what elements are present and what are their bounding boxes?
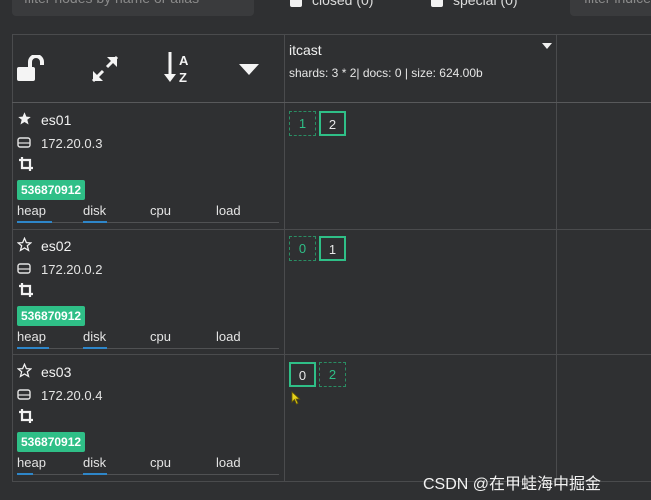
- heap-bar: [17, 473, 33, 475]
- shard-replica[interactable]: 1: [289, 111, 316, 136]
- metric-cpu: cpu: [150, 329, 171, 344]
- expand-icon[interactable]: [91, 55, 119, 83]
- closed-checkbox-box[interactable]: [290, 0, 302, 8]
- metric-load: load: [216, 329, 241, 344]
- metric-disk: disk: [83, 203, 107, 223]
- metric-heap: heap: [17, 455, 46, 475]
- mouse-cursor-icon: [291, 391, 301, 410]
- index-filter-input[interactable]: filter indices: [570, 0, 651, 16]
- shard-primary[interactable]: 2: [319, 111, 346, 136]
- node-row-es02: es02 172.20.0.2 536870912 heap disk cpu …: [16, 229, 279, 351]
- drive-icon: [17, 262, 33, 277]
- metric-load: load: [216, 203, 241, 218]
- disk-bar: [83, 221, 107, 223]
- node-name[interactable]: es01: [41, 112, 71, 128]
- node-metrics: heap disk cpu load: [17, 455, 279, 475]
- node-id-badge: 536870912: [17, 180, 86, 200]
- metric-cpu: cpu: [150, 203, 171, 218]
- drive-icon: [17, 136, 33, 151]
- node-ip: 172.20.0.2: [41, 262, 103, 277]
- metric-disk: disk: [83, 329, 107, 349]
- caret-down-icon[interactable]: [239, 64, 259, 76]
- node-ip: 172.20.0.3: [41, 136, 103, 151]
- node-metrics: heap disk cpu load: [17, 329, 279, 349]
- node-row-es01: es01 172.20.0.3 536870912 heap disk cpu …: [17, 103, 279, 225]
- node-ip: 172.20.0.4: [41, 388, 103, 403]
- metric-load: load: [216, 455, 241, 470]
- filter-bar: filter nodes by name or alias closed (0)…: [0, 0, 651, 22]
- metric-heap: heap: [17, 203, 52, 223]
- disk-bar: [83, 473, 107, 475]
- svg-text:Z: Z: [179, 70, 187, 85]
- svg-text:A: A: [179, 53, 189, 68]
- node-name[interactable]: es03: [41, 364, 71, 380]
- star-outline-icon: [16, 236, 33, 255]
- closed-checkbox[interactable]: closed (0): [290, 0, 373, 8]
- drive-icon: [17, 388, 33, 403]
- special-checkbox-box[interactable]: [431, 0, 443, 8]
- node-name[interactable]: es02: [41, 238, 71, 254]
- node-id-badge: 536870912: [17, 432, 86, 452]
- node-filter-input[interactable]: filter nodes by name or alias: [12, 0, 254, 16]
- node-metrics: heap disk cpu load: [17, 203, 279, 223]
- closed-checkbox-label: closed (0): [312, 0, 374, 8]
- shard-replica[interactable]: 0: [289, 236, 316, 261]
- metric-cpu: cpu: [150, 455, 171, 470]
- star-outline-icon: [16, 362, 33, 381]
- heap-bar: [17, 221, 52, 223]
- node-id-badge: 536870912: [17, 306, 86, 326]
- star-icon: [17, 111, 33, 129]
- shard-primary[interactable]: 1: [319, 236, 346, 261]
- crop-icon: [19, 409, 33, 428]
- index-menu-caret-icon[interactable]: [542, 43, 552, 49]
- special-checkbox[interactable]: special (0): [431, 0, 518, 8]
- metric-heap: heap: [17, 329, 49, 349]
- index-info: shards: 3 * 2| docs: 0 | size: 624.00b: [289, 66, 483, 80]
- watermark-text: CSDN @在甲蛙海中掘金: [423, 476, 602, 493]
- disk-bar: [83, 347, 107, 349]
- metric-disk: disk: [83, 455, 107, 475]
- shard-replica[interactable]: 2: [319, 362, 346, 387]
- sort-alpha-icon[interactable]: A Z: [164, 50, 196, 86]
- special-checkbox-label: special (0): [453, 0, 518, 8]
- shard-primary[interactable]: 0: [289, 362, 316, 387]
- crop-icon: [19, 157, 33, 176]
- unlock-icon[interactable]: [16, 55, 48, 83]
- node-row-es03: es03 172.20.0.4 536870912 heap disk cpu …: [16, 355, 279, 477]
- heap-bar: [17, 347, 49, 349]
- index-name[interactable]: itcast: [289, 42, 322, 58]
- crop-icon: [19, 283, 33, 302]
